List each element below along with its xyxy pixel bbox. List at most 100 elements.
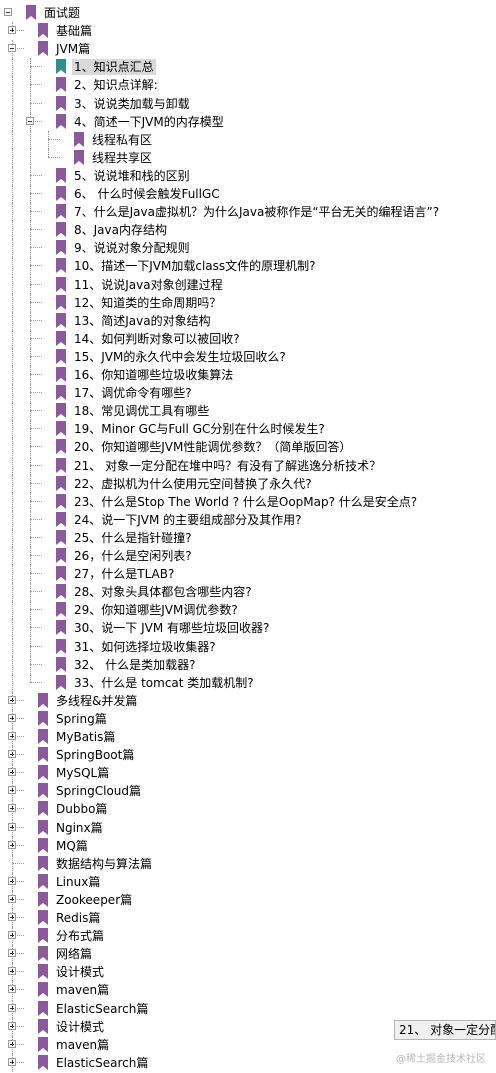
expand-icon[interactable] xyxy=(8,768,16,777)
tree-item-label[interactable]: 32、 什么是类加载器? xyxy=(72,657,197,673)
tree-row[interactable]: 17、调优命令有哪些? xyxy=(0,384,496,403)
tree-item-label[interactable]: Zookeeper篇 xyxy=(54,892,134,908)
tree-row[interactable]: 7、什么是Java虚拟机？为什么Java被称作是“平台无关的编程语言”? xyxy=(0,203,496,222)
tree-item-label[interactable]: Linux篇 xyxy=(54,874,102,890)
tree-item-label[interactable]: 14、如何判断对象可以被回收? xyxy=(72,331,242,347)
tree-row[interactable]: 线程私有区 xyxy=(0,130,496,149)
tree-item-label[interactable]: 12、知道类的生命周期吗？ xyxy=(72,295,223,311)
tree-item-label[interactable]: MQ篇 xyxy=(54,838,90,854)
tree-row[interactable]: 28、对象头具体都包含哪些内容? xyxy=(0,583,496,602)
tree-row[interactable]: 基础篇 xyxy=(0,22,496,40)
tree-item-label[interactable]: MyBatis篇 xyxy=(54,729,117,745)
tree-item-label[interactable]: 线程共享区 xyxy=(90,150,154,166)
expand-icon[interactable] xyxy=(8,1057,16,1066)
tree-row[interactable]: 19、Minor GC与Full GC分别在什么时候发生? xyxy=(0,420,496,439)
tree-row[interactable]: 11、说说Java对象创建过程 xyxy=(0,275,496,294)
expand-icon[interactable] xyxy=(8,822,16,831)
expand-icon[interactable] xyxy=(8,876,16,885)
tree-row[interactable]: MQ篇 xyxy=(0,836,496,855)
tree-row[interactable]: 14、如何判断对象可以被回收? xyxy=(0,329,496,348)
expand-icon[interactable] xyxy=(8,967,16,976)
tree-row[interactable]: 2、知识点详解: xyxy=(0,76,496,95)
tree-row[interactable]: 1、知识点汇总 xyxy=(0,58,496,77)
tree-item-label[interactable]: maven篇 xyxy=(54,982,111,998)
tree-item-label[interactable]: 33、什么是 tomcat 类加载机制? xyxy=(72,675,256,691)
tree-row[interactable]: 8、Java内存结构 xyxy=(0,221,496,240)
collapse-icon[interactable] xyxy=(8,44,16,53)
tree-row[interactable]: 33、什么是 tomcat 类加载机制? xyxy=(0,673,496,692)
tree-row[interactable]: Redis篇 xyxy=(0,909,496,927)
tree-row[interactable]: 设计模式 xyxy=(0,963,496,982)
tree-item-label[interactable]: 16、你知道哪些垃圾收集算法 xyxy=(72,367,235,383)
tree-row[interactable]: 13、简述Java的对象结构 xyxy=(0,311,496,330)
expand-icon[interactable] xyxy=(8,840,16,849)
tree-item-label[interactable]: Dubbo篇 xyxy=(54,801,109,817)
expand-icon[interactable] xyxy=(8,786,16,795)
tree-item-label[interactable]: 基础篇 xyxy=(54,23,94,39)
tree-row[interactable]: 24、说一下JVM 的主要组成部分及其作用? xyxy=(0,510,496,529)
tree-item-label[interactable]: Nginx篇 xyxy=(54,820,105,836)
expand-icon[interactable] xyxy=(8,949,16,958)
tree-item-label[interactable]: 线程私有区 xyxy=(90,132,154,148)
tree-row[interactable]: 9、说说对象分配规则 xyxy=(0,239,496,258)
tree-row[interactable]: 多线程&并发篇 xyxy=(0,691,496,710)
expand-icon[interactable] xyxy=(8,732,16,740)
tree-item-label[interactable]: 5、说说堆和栈的区别 xyxy=(72,168,192,184)
tree-row[interactable]: Spring篇 xyxy=(0,709,496,728)
tree-item-label[interactable]: 7、什么是Java虚拟机？为什么Java被称作是“平台无关的编程语言”? xyxy=(72,204,441,220)
expand-icon[interactable] xyxy=(8,804,16,813)
tree-row[interactable]: MyBatis篇 xyxy=(0,728,496,746)
tree-item-label[interactable]: 29、你知道哪些JVM调优参数? xyxy=(72,602,240,618)
tree-item-label[interactable]: 31、如何选择垃圾收集器? xyxy=(72,639,218,655)
tree-item-label[interactable]: 4、简述一下JVM的内存模型 xyxy=(72,114,226,130)
tree-item-label[interactable]: 21、 对象一定分配在堆中吗？有没有了解逃逸分析技术？ xyxy=(72,458,383,474)
tree-row[interactable]: 10、描述一下JVM加载class文件的原理机制? xyxy=(0,257,496,276)
tree-item-label[interactable]: 10、描述一下JVM加载class文件的原理机制? xyxy=(72,258,318,274)
tree-row[interactable]: 21、 对象一定分配在堆中吗？有没有了解逃逸分析技术？ xyxy=(0,456,496,475)
tree-item-label[interactable]: maven篇 xyxy=(54,1037,111,1053)
tree-row[interactable]: 12、知道类的生命周期吗？ xyxy=(0,293,496,312)
tree-row[interactable]: Dubbo篇 xyxy=(0,800,496,819)
tree-row[interactable]: 25、什么是指针碰撞? xyxy=(0,528,496,547)
tree-row[interactable]: 6、 什么时候会触发FullGC xyxy=(0,185,496,203)
expand-icon[interactable] xyxy=(8,985,16,994)
expand-icon[interactable] xyxy=(8,713,16,722)
tree-row[interactable]: 5、说说堆和栈的区别 xyxy=(0,166,496,185)
tree-item-label[interactable]: 25、什么是指针碰撞? xyxy=(72,530,194,546)
tree-row[interactable]: 23、什么是Stop The World ? 什么是OopMap? 什么是安全点… xyxy=(0,492,496,511)
tree-item-label[interactable]: 面试题 xyxy=(42,5,82,21)
tree-row[interactable]: Zookeeper篇 xyxy=(0,890,496,909)
tree-item-label[interactable]: 3、说说类加载与卸载 xyxy=(72,96,192,112)
tree-item-label[interactable]: 28、对象头具体都包含哪些内容? xyxy=(72,584,254,600)
tree-row[interactable]: 20、你知道哪些JVM性能调优参数？（简单版回答） xyxy=(0,438,496,457)
tree-row[interactable]: 18、常见调优工具有哪些 xyxy=(0,402,496,421)
tree-row[interactable]: 4、简述一下JVM的内存模型 xyxy=(0,112,496,131)
tree-row[interactable]: JVM篇 xyxy=(0,40,496,59)
tree-item-label[interactable]: MySQL篇 xyxy=(54,765,111,781)
tree-row[interactable]: ElasticSearch篇 xyxy=(0,999,496,1018)
tree-item-label[interactable]: 9、说说对象分配规则 xyxy=(72,240,192,256)
tree-row[interactable]: Linux篇 xyxy=(0,872,496,891)
expand-icon[interactable] xyxy=(8,695,16,704)
collapse-icon[interactable] xyxy=(4,8,12,16)
tree-item-label[interactable]: 多线程&并发篇 xyxy=(54,693,139,709)
expand-icon[interactable] xyxy=(8,750,16,759)
expand-icon[interactable] xyxy=(8,1039,16,1048)
tree-row[interactable]: 22、虚拟机为什么使用元空间替换了永久代? xyxy=(0,474,496,493)
tree-item-label[interactable]: SpringBoot篇 xyxy=(54,747,136,763)
tree-row[interactable]: 29、你知道哪些JVM调优参数? xyxy=(0,601,496,620)
tree-row[interactable]: 分布式篇 xyxy=(0,927,496,946)
tree-row[interactable]: 16、你知道哪些垃圾收集算法 xyxy=(0,366,496,384)
tree-item-label[interactable]: 分布式篇 xyxy=(54,928,106,944)
expand-icon[interactable] xyxy=(8,26,16,35)
tree-item-label[interactable]: 1、知识点汇总 xyxy=(72,59,156,76)
tree-row[interactable]: SpringBoot篇 xyxy=(0,746,496,765)
tree-item-label[interactable]: 18、常见调优工具有哪些 xyxy=(72,403,211,419)
tree-row[interactable]: 31、如何选择垃圾收集器? xyxy=(0,637,496,656)
expand-icon[interactable] xyxy=(8,913,16,921)
tree-item-label[interactable]: 23、什么是Stop The World ? 什么是OopMap? 什么是安全点… xyxy=(72,494,419,510)
tree-row[interactable]: 网络篇 xyxy=(0,945,496,964)
collapse-icon[interactable] xyxy=(26,116,34,125)
tree-item-label[interactable]: 设计模式 xyxy=(54,964,106,980)
expand-icon[interactable] xyxy=(8,1003,16,1012)
